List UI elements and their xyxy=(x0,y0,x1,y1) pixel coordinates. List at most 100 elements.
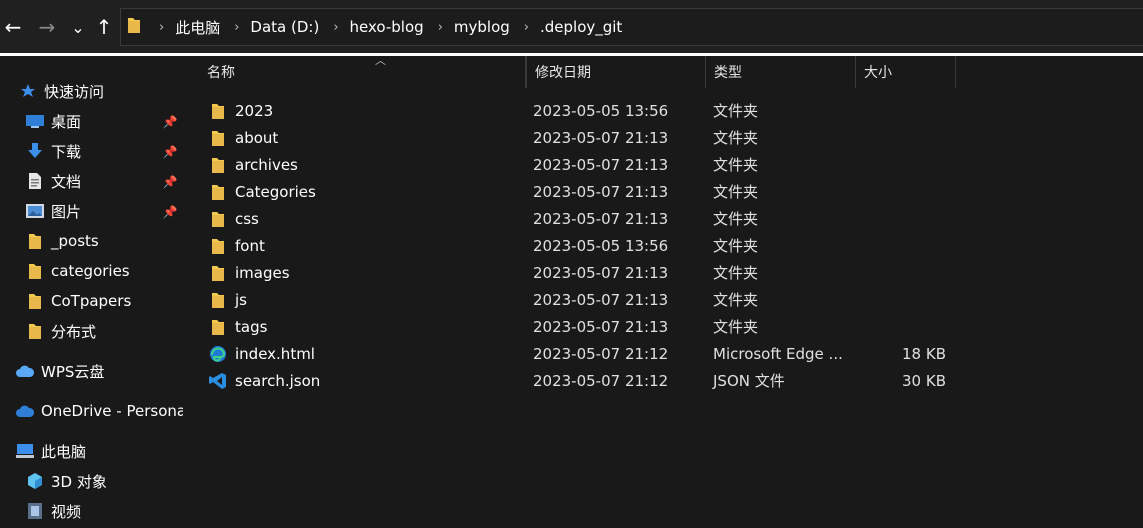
file-name-cell: Categories xyxy=(209,178,316,205)
file-name: js xyxy=(235,290,247,309)
table-row[interactable]: search.json 2023-05-07 21:12 JSON 文件 30 KB xyxy=(183,367,1143,394)
star-icon xyxy=(18,81,38,101)
file-name: index.html xyxy=(235,344,315,363)
sidebar-item-desktop[interactable]: 桌面 xyxy=(25,106,81,136)
pictures-icon xyxy=(25,201,45,221)
modified-date: 2023-05-07 21:13 xyxy=(533,317,669,336)
column-header-size[interactable]: 大小 xyxy=(856,56,956,88)
table-row[interactable]: tags 2023-05-07 21:13 文件夹 xyxy=(183,313,1143,340)
file-size xyxy=(856,151,946,178)
file-name-cell: about xyxy=(209,124,278,151)
table-row[interactable]: index.html 2023-05-07 21:12 Microsoft Edge… xyxy=(183,340,1143,367)
file-name-cell: 2023 xyxy=(209,97,273,124)
breadcrumb-myblog[interactable]: › myblog xyxy=(424,18,510,36)
sidebar-item-wps-cloud[interactable]: WPS云盘 xyxy=(15,356,104,386)
table-row[interactable]: js 2023-05-07 21:13 文件夹 xyxy=(183,286,1143,313)
file-size xyxy=(856,313,946,340)
pin-icon[interactable]: 📌 xyxy=(163,205,178,219)
modified-date: 2023-05-07 21:12 xyxy=(533,344,669,363)
folder-icon xyxy=(209,183,227,201)
3d-objects-icon xyxy=(25,471,45,491)
modified-date: 2023-05-07 21:12 xyxy=(533,371,669,390)
file-size xyxy=(856,232,946,259)
file-name: search.json xyxy=(235,371,321,390)
sidebar-item-categories[interactable]: categories xyxy=(25,256,130,286)
breadcrumb-hexo-blog[interactable]: › hexo-blog xyxy=(319,18,423,36)
file-size xyxy=(856,259,946,286)
column-header-modified[interactable]: 修改日期 xyxy=(526,56,706,88)
file-type: 文件夹 xyxy=(713,318,759,336)
breadcrumb-this-pc[interactable]: › 此电脑 xyxy=(145,17,220,38)
chevron-down-icon: ⌄ xyxy=(71,17,85,37)
modified-date: 2023-05-07 21:13 xyxy=(533,209,669,228)
file-name: font xyxy=(235,236,265,255)
forward-arrow-icon: → xyxy=(38,15,56,39)
sidebar-item-3d-objects[interactable]: 3D 对象 xyxy=(25,466,107,496)
table-row[interactable]: font 2023-05-05 13:56 文件夹 xyxy=(183,232,1143,259)
edge-icon xyxy=(209,345,227,363)
folder-icon xyxy=(25,321,45,341)
up-arrow-icon: ↑ xyxy=(95,15,113,39)
title-bar: ← → ⌄ ↑ › 此电脑 › Data (D:) › hexo-blog › mybl… xyxy=(0,0,1143,54)
sidebar-item-cotpapers[interactable]: CoTpapers xyxy=(25,286,131,316)
sidebar-item-posts[interactable]: _posts xyxy=(25,226,99,256)
file-size xyxy=(856,205,946,232)
sidebar-item-downloads[interactable]: 下载 xyxy=(25,136,81,166)
sidebar-item-distributed[interactable]: 分布式 xyxy=(25,316,96,346)
file-type: 文件夹 xyxy=(713,210,759,228)
folder-icon xyxy=(209,156,227,174)
folder-icon xyxy=(209,291,227,309)
table-row[interactable]: archives 2023-05-07 21:13 文件夹 xyxy=(183,151,1143,178)
file-name-cell: index.html xyxy=(209,340,315,367)
navigation-pane: 快速访问 桌面 📌 下载 📌 文档 📌 图片 📌 _posts categori… xyxy=(0,56,183,528)
up-button[interactable]: ↑ xyxy=(91,12,117,42)
pin-icon[interactable]: 📌 xyxy=(163,115,178,129)
pin-icon[interactable]: 📌 xyxy=(163,145,178,159)
computer-icon xyxy=(15,441,35,461)
table-row[interactable]: 2023 2023-05-05 13:56 文件夹 xyxy=(183,97,1143,124)
column-header-name[interactable]: ︿ 名称 xyxy=(199,54,526,88)
column-header-type[interactable]: 类型 xyxy=(706,56,856,88)
modified-date: 2023-05-07 21:13 xyxy=(533,263,669,282)
file-type: 文件夹 xyxy=(713,264,759,282)
sidebar-item-pictures[interactable]: 图片 xyxy=(25,196,81,226)
sidebar-item-this-pc[interactable]: 此电脑 xyxy=(15,436,86,466)
modified-date: 2023-05-07 21:13 xyxy=(533,155,669,174)
folder-icon xyxy=(25,231,45,251)
sidebar-item-documents[interactable]: 文档 xyxy=(25,166,81,196)
folder-icon xyxy=(209,237,227,255)
folder-icon xyxy=(127,16,141,38)
table-row[interactable]: about 2023-05-07 21:13 文件夹 xyxy=(183,124,1143,151)
sidebar-item-videos[interactable]: 视频 xyxy=(25,496,81,526)
address-bar[interactable]: › 此电脑 › Data (D:) › hexo-blog › myblog › .dep… xyxy=(120,8,1143,46)
modified-date: 2023-05-07 21:13 xyxy=(533,182,669,201)
recent-locations-button[interactable]: ⌄ xyxy=(65,12,91,42)
onedrive-cloud-icon xyxy=(15,401,35,421)
back-arrow-icon: ← xyxy=(4,15,22,39)
file-list: ︿ 名称 修改日期 类型 大小 2023 2023-05-05 13:56 文件夹 a… xyxy=(183,54,1143,528)
breadcrumb-deploy-git[interactable]: › .deploy_git xyxy=(510,18,623,36)
folder-icon xyxy=(209,264,227,282)
file-type: 文件夹 xyxy=(713,291,759,309)
sidebar-item-onedrive[interactable]: OneDrive - Persona xyxy=(15,396,183,426)
modified-date: 2023-05-07 21:13 xyxy=(533,290,669,309)
back-button[interactable]: ← xyxy=(0,12,26,42)
file-name-cell: archives xyxy=(209,151,298,178)
sidebar-item-quick-access[interactable]: 快速访问 xyxy=(18,76,104,106)
pin-icon[interactable]: 📌 xyxy=(163,175,178,189)
table-row[interactable]: images 2023-05-07 21:13 文件夹 xyxy=(183,259,1143,286)
file-type: 文件夹 xyxy=(713,156,759,174)
folder-icon xyxy=(25,291,45,311)
table-row[interactable]: Categories 2023-05-07 21:13 文件夹 xyxy=(183,178,1143,205)
file-size xyxy=(856,97,946,124)
forward-button[interactable]: → xyxy=(34,12,60,42)
file-size: 30 KB xyxy=(902,371,946,390)
file-name: css xyxy=(235,209,259,228)
breadcrumb-data-drive[interactable]: › Data (D:) xyxy=(220,18,319,36)
table-row[interactable]: css 2023-05-07 21:13 文件夹 xyxy=(183,205,1143,232)
vscode-icon xyxy=(209,372,227,390)
folder-icon xyxy=(209,102,227,120)
file-type: 文件夹 xyxy=(713,183,759,201)
file-name: images xyxy=(235,263,290,282)
folder-icon xyxy=(209,318,227,336)
